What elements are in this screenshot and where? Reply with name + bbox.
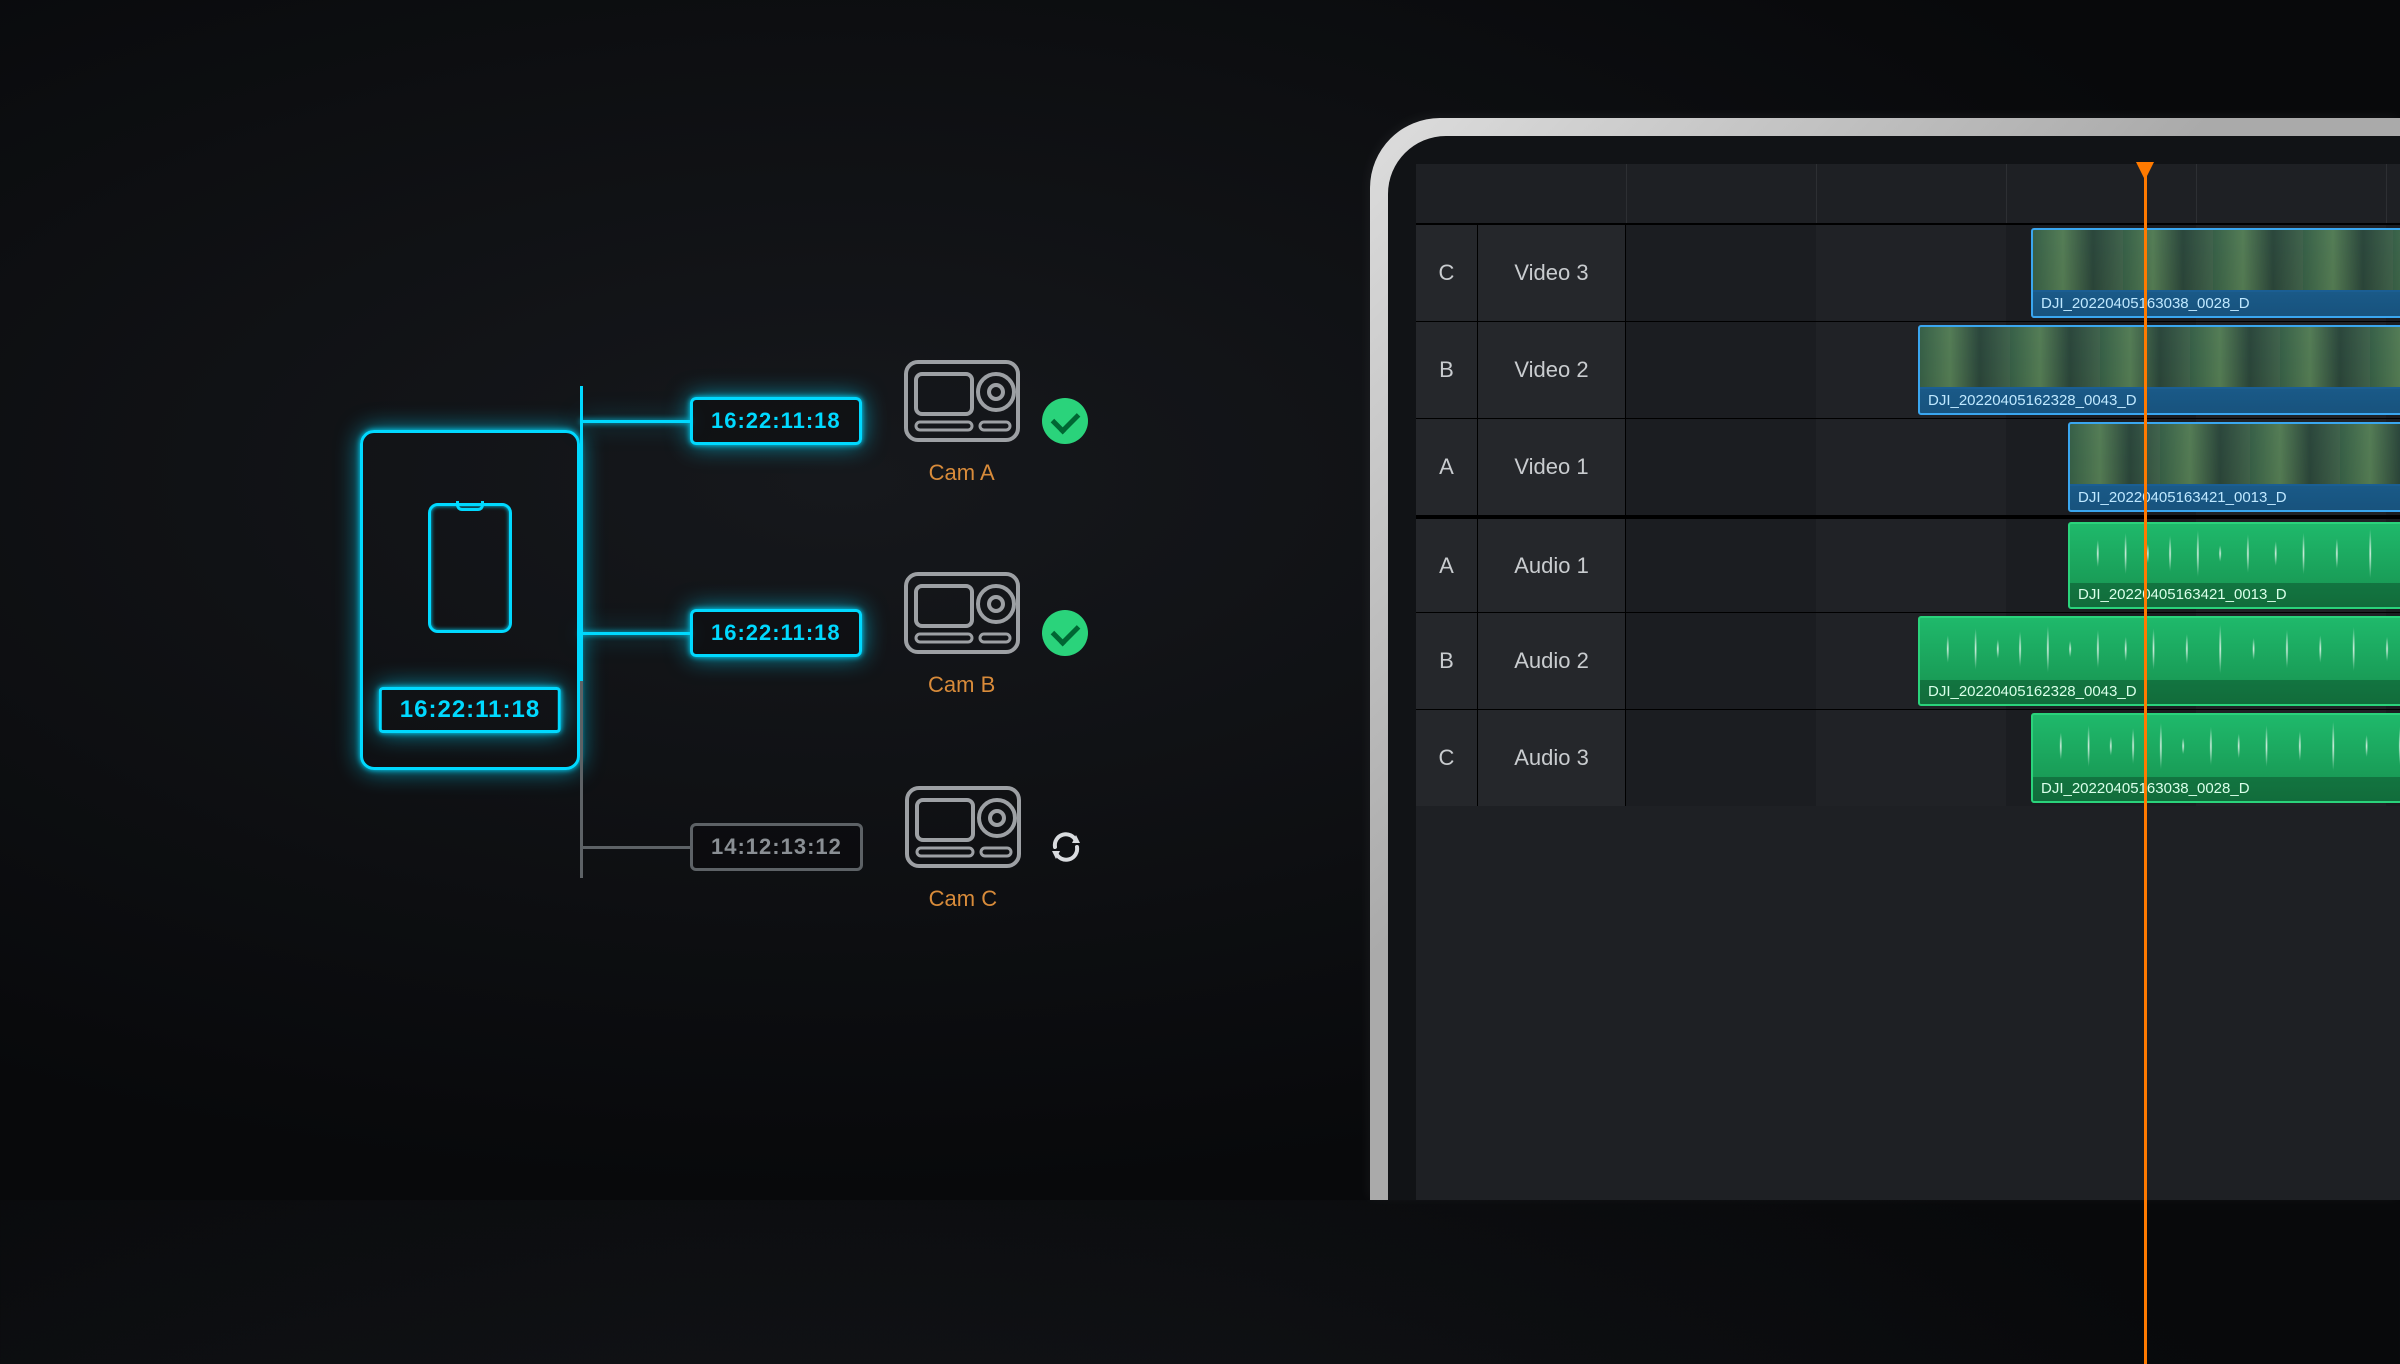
track-lane[interactable]: DJI_20220405163421_0013_D xyxy=(1626,419,2400,515)
track-row: AVideo 1 DJI_20220405163421_0013_D xyxy=(1416,418,2400,515)
track-lane[interactable]: DJI_20220405163038_0028_D xyxy=(1626,710,2400,806)
clip-waveform xyxy=(1920,618,2400,680)
audio-clip[interactable]: DJI_20220405162328_0043_D xyxy=(1918,616,2400,706)
track-row: CVideo 3 DJI_20220405163038_0028_D xyxy=(1416,224,2400,321)
branch-cam-a: 16:22:11:18 Cam A xyxy=(580,356,1088,486)
cam-a-label: Cam A xyxy=(902,460,1022,486)
track-lane[interactable]: DJI_20220405163038_0028_D xyxy=(1626,225,2400,321)
track-letter: B xyxy=(1416,322,1478,418)
video-clip[interactable]: DJI_20220405162328_0043_D xyxy=(1918,325,2400,415)
master-timecode: 16:22:11:18 xyxy=(379,687,561,733)
tracks-container: CVideo 3DJI_20220405163038_0028_DBVideo … xyxy=(1416,224,2400,806)
camera-icon: Cam C xyxy=(903,782,1023,912)
cam-b-label: Cam B xyxy=(902,672,1022,698)
video-clip[interactable]: DJI_20220405163038_0028_D xyxy=(2031,228,2400,318)
video-editor: CVideo 3DJI_20220405163038_0028_DBVideo … xyxy=(1416,164,2400,1200)
track-name: Video 2 xyxy=(1478,322,1626,418)
clip-filename: DJI_20220405162328_0043_D xyxy=(1920,389,2400,413)
clip-filename: DJI_20220405163038_0028_D xyxy=(2033,292,2400,316)
check-icon xyxy=(1042,610,1088,656)
track-lane[interactable]: DJI_20220405163421_0013_D xyxy=(1626,519,2400,612)
sync-diagram: 16:22:11:18 16:22:11:18 Cam A 16:22:11:1… xyxy=(0,0,1200,1200)
track-lane[interactable]: DJI_20220405162328_0043_D xyxy=(1626,322,2400,418)
playhead[interactable] xyxy=(2144,164,2147,1364)
track-letter: C xyxy=(1416,225,1478,321)
track-lane[interactable]: DJI_20220405162328_0043_D xyxy=(1626,613,2400,709)
camera-icon: Cam B xyxy=(902,568,1022,698)
track-letter: A xyxy=(1416,419,1478,515)
track-row: AAudio 1 DJI_20220405163421_0013_D xyxy=(1416,515,2400,612)
track-name: Audio 3 xyxy=(1478,710,1626,806)
track-letter: A xyxy=(1416,519,1478,612)
track-name: Video 1 xyxy=(1478,419,1626,515)
clip-waveform xyxy=(2033,715,2400,777)
track-name: Audio 1 xyxy=(1478,519,1626,612)
check-icon xyxy=(1042,398,1088,444)
clip-waveform xyxy=(2070,524,2400,583)
timeline-ruler[interactable] xyxy=(1416,164,2400,224)
clip-filename: DJI_20220405162328_0043_D xyxy=(1920,680,2400,704)
clip-filename: DJI_20220405163421_0013_D xyxy=(2070,486,2400,510)
track-name: Audio 2 xyxy=(1478,613,1626,709)
audio-clip[interactable]: DJI_20220405163038_0028_D xyxy=(2031,713,2400,803)
track-row: BVideo 2 DJI_20220405162328_0043_D xyxy=(1416,321,2400,418)
cam-c-label: Cam C xyxy=(903,886,1023,912)
video-clip[interactable]: DJI_20220405163421_0013_D xyxy=(2068,422,2400,512)
clip-thumbnail xyxy=(1920,327,2400,389)
branch-cam-c: 14:12:13:12 Cam C xyxy=(580,782,1089,912)
device-frame: CVideo 3DJI_20220405163038_0028_DBVideo … xyxy=(1370,118,2400,1200)
phone-master: 16:22:11:18 xyxy=(360,430,580,770)
sync-icon xyxy=(1043,824,1089,870)
clip-thumbnail xyxy=(2070,424,2400,486)
track-row: CAudio 3 DJI_20220405163038_0028_D xyxy=(1416,709,2400,806)
phone-icon xyxy=(428,503,512,633)
track-letter: C xyxy=(1416,710,1478,806)
device-bezel: CVideo 3DJI_20220405163038_0028_DBVideo … xyxy=(1388,136,2400,1200)
cam-a-timecode: 16:22:11:18 xyxy=(690,397,862,445)
track-letter: B xyxy=(1416,613,1478,709)
track-name: Video 3 xyxy=(1478,225,1626,321)
clip-filename: DJI_20220405163038_0028_D xyxy=(2033,777,2400,801)
track-row: BAudio 2 DJI_20220405162328_0043_D xyxy=(1416,612,2400,709)
audio-clip[interactable]: DJI_20220405163421_0013_D xyxy=(2068,522,2400,609)
clip-filename: DJI_20220405163421_0013_D xyxy=(2070,583,2400,607)
clip-thumbnail xyxy=(2033,230,2400,292)
cam-c-timecode: 14:12:13:12 xyxy=(690,823,863,871)
camera-icon: Cam A xyxy=(902,356,1022,486)
cam-b-timecode: 16:22:11:18 xyxy=(690,609,862,657)
branch-cam-b: 16:22:11:18 Cam B xyxy=(580,568,1088,698)
